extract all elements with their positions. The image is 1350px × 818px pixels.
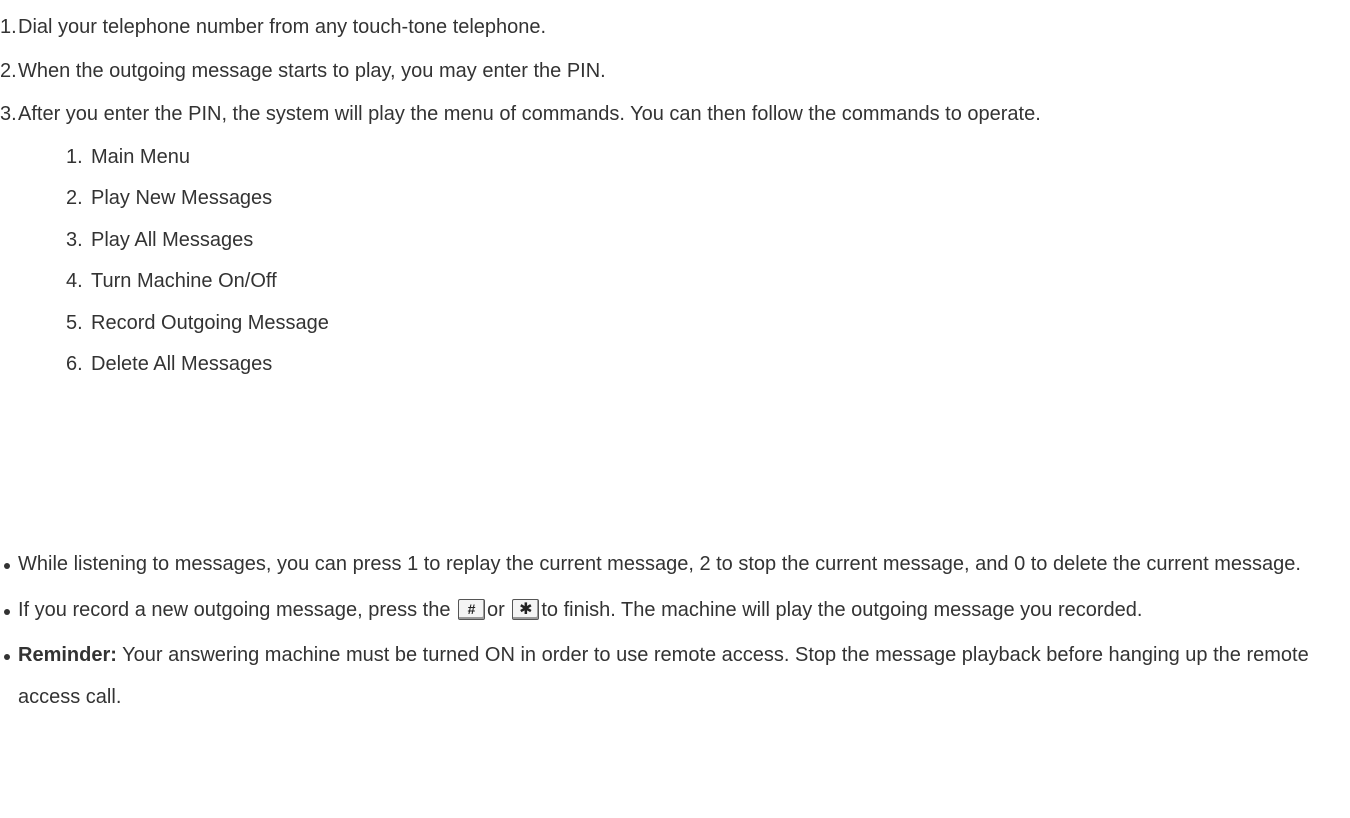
menu-item: 5. Record Outgoing Message (66, 303, 1348, 345)
step-number: 2. (0, 59, 17, 82)
menu-number: 4. (66, 270, 83, 293)
menu-number: 6. (66, 353, 83, 376)
instructions-page: 1.Dial your telephone number from any to… (0, 0, 1350, 818)
step-number: 3. (0, 103, 17, 125)
reminder-label: Reminder: (18, 644, 117, 666)
note-text: to finish. The machine will play the out… (541, 598, 1143, 621)
step-text: When the outgoing message starts to play… (18, 59, 606, 82)
step-item: 2.When the outgoing message starts to pl… (0, 50, 1348, 94)
menu-number: 3. (66, 228, 83, 251)
menu-number: 5. (66, 311, 83, 334)
step-number: 1. (0, 16, 17, 38)
menu-text: Delete All Messages (91, 353, 273, 376)
menu-text: Play All Messages (91, 228, 254, 251)
hash-key-icon: # (458, 598, 486, 620)
step-item: 1.Dial your telephone number from any to… (0, 6, 1348, 50)
remote-access-notes: While listening to messages, you can pre… (0, 544, 1348, 718)
menu-item: 4. Turn Machine On/Off (66, 261, 1348, 303)
note-text: or (487, 598, 511, 621)
menu-text: Turn Machine On/Off (91, 270, 277, 293)
note-text: Your answering machine must be turned ON… (18, 644, 1309, 708)
menu-item: 1. Main Menu (66, 137, 1348, 179)
menu-text: Record Outgoing Message (91, 311, 329, 334)
note-reminder: Reminder: Your answering machine must be… (0, 635, 1348, 718)
note-text: While listening to messages, you can pre… (18, 553, 1301, 575)
command-menu-list: 1. Main Menu 2. Play New Messages 3. Play A… (18, 137, 1348, 387)
menu-item: 6. Delete All Messages (66, 344, 1348, 386)
note-listening: While listening to messages, you can pre… (0, 544, 1348, 586)
step-text: After you enter the PIN, the system will… (18, 103, 1041, 125)
bullet-icon (4, 563, 10, 569)
remote-access-steps: 1.Dial your telephone number from any to… (0, 6, 1348, 386)
star-key-icon: ✱ (512, 598, 540, 620)
step-item: 3.After you enter the PIN, the system wi… (0, 93, 1348, 386)
note-text: If you record a new outgoing message, pr… (18, 598, 457, 621)
menu-text: Play New Messages (91, 187, 273, 210)
bullet-icon (4, 654, 10, 660)
menu-number: 1. (66, 145, 83, 168)
bullet-icon (4, 608, 10, 615)
note-record: If you record a new outgoing message, pr… (0, 590, 1348, 632)
menu-number: 2. (66, 187, 83, 210)
menu-item: 3. Play All Messages (66, 220, 1348, 262)
menu-text: Main Menu (91, 145, 190, 168)
step-text: Dial your telephone number from any touc… (18, 16, 547, 38)
menu-item: 2. Play New Messages (66, 178, 1348, 220)
